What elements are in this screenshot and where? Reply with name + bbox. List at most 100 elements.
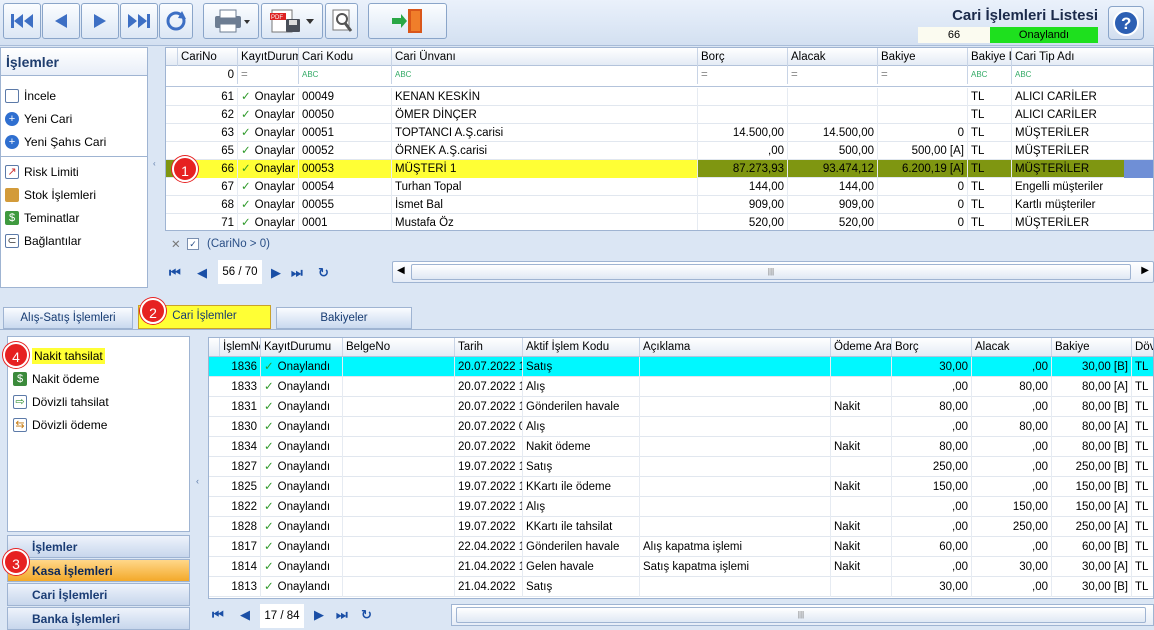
table-row[interactable]: 1825 ✓ Onaylandı 19.07.2022 1 KKartı ile öde… (209, 477, 1153, 497)
section-operations[interactable]: İşlemler (7, 535, 190, 558)
column-header[interactable]: KayıtDurumu (261, 338, 343, 356)
column-header[interactable]: Ödeme Aracı (831, 338, 892, 356)
panel-splitter[interactable]: ‹ (194, 336, 206, 626)
fx-payment-item[interactable]: ⇆ Dövizli ödeme (8, 413, 189, 436)
table-row[interactable]: 1828 ✓ Onaylandı 19.07.2022 KKartı ile tahsi… (209, 517, 1153, 537)
column-header[interactable]: Dövi (1132, 338, 1153, 356)
column-header[interactable]: Alacak (788, 48, 878, 66)
previous-record-button[interactable] (42, 3, 80, 39)
table-row[interactable]: 63 ✓ Onaylar 00051 TOPTANCI A.Ş.carisi 14.500… (166, 124, 1153, 142)
filter-cell[interactable]: = (788, 66, 878, 84)
guarantees-item[interactable]: $ Teminatlar (1, 206, 147, 229)
fx-collection-item[interactable]: ⇨ Dövizli tahsilat (8, 390, 189, 413)
table-row[interactable]: 1831 ✓ Onaylandı 20.07.2022 1 Gönderilen hav… (209, 397, 1153, 417)
next-page-icon[interactable]: ▶ (314, 607, 324, 623)
search-settings-button[interactable] (325, 3, 358, 39)
last-page-icon[interactable]: ⏭ (291, 265, 303, 281)
next-record-button[interactable] (81, 3, 119, 39)
filter-cell[interactable]: ABC (299, 66, 392, 84)
scroll-right-icon[interactable]: ▶ (1141, 265, 1149, 276)
column-header[interactable]: Cari Kodu (299, 48, 392, 66)
horizontal-scrollbar[interactable]: ||| (451, 604, 1154, 626)
tab-balances[interactable]: Bakiyeler (276, 307, 412, 329)
table-row[interactable]: 1822 ✓ Onaylandı 19.07.2022 1 Alış ,00 150,00 1… (209, 497, 1153, 517)
connections-item[interactable]: ⊂ Bağlantılar (1, 229, 147, 252)
table-row[interactable]: 67 ✓ Onaylar 00054 Turhan Topal 144,00 144,00 0… (166, 178, 1153, 196)
table-row[interactable]: 1817 ✓ Onaylandı 22.04.2022 1 Gönderilen hav… (209, 537, 1153, 557)
column-header[interactable]: Açıklama (640, 338, 831, 356)
last-page-icon[interactable]: ⏭ (336, 607, 348, 623)
table-row[interactable]: 1833 ✓ Onaylandı 20.07.2022 1 Alış ,00 80,00 80… (209, 377, 1153, 397)
filter-cell[interactable]: ABC (392, 66, 698, 84)
panel-splitter[interactable]: ‹ (150, 47, 163, 288)
column-header[interactable]: Alacak (972, 338, 1052, 356)
table-row[interactable]: 68 ✓ Onaylar 00055 İsmet Bal 909,00 909,00 0 TL K… (166, 196, 1153, 214)
scroll-thumb[interactable]: ||| (456, 607, 1146, 623)
prev-page-icon[interactable]: ◀ (240, 607, 250, 623)
clear-filter-icon[interactable]: ✕ (171, 237, 181, 251)
refresh-icon[interactable]: ↻ (361, 607, 372, 623)
filter-cell[interactable]: ABC (968, 66, 1012, 84)
tab-purchase-sales[interactable]: Alış-Satış İşlemleri (3, 307, 133, 329)
prev-page-icon[interactable]: ◀ (197, 265, 207, 281)
table-row[interactable]: 1834 ✓ Onaylandı 20.07.2022 Nakit ödeme Nakit… (209, 437, 1153, 457)
help-button[interactable]: ? (1108, 6, 1144, 40)
inspect-item[interactable]: İncele (1, 84, 147, 107)
table-row[interactable]: 1836 ✓ Onaylandı 20.07.2022 1 Satış 30,00,00 3… (209, 357, 1153, 377)
column-header[interactable]: BelgeNo (343, 338, 455, 356)
column-header[interactable]: İşlemNo (220, 338, 261, 356)
column-header[interactable]: Cari Tip Adı (1012, 48, 1153, 66)
export-pdf-button[interactable]: PDF (261, 3, 323, 39)
table-row[interactable]: 61 ✓ Onaylar 00049 KENAN KESKİN TL ALICI CARİL… (166, 88, 1153, 106)
filter-row[interactable]: 0 = ABC ABC = = = ABC ABC (166, 66, 1153, 87)
cell-belge (343, 537, 455, 557)
horizontal-scrollbar[interactable]: ◀ ||| ▶ (392, 261, 1154, 283)
first-page-icon[interactable]: ⏮ (212, 607, 224, 623)
column-header[interactable]: KayıtDurumu (238, 48, 299, 66)
filter-enabled-checkbox[interactable]: ✓ (187, 238, 199, 250)
exit-button[interactable] (368, 3, 447, 39)
cash-collection-item[interactable]: $Nakit tahsilat (8, 344, 189, 367)
print-button[interactable] (203, 3, 259, 39)
table-row[interactable]: 1830 ✓ Onaylandı 20.07.2022 0 Alış ,00 80,00 80… (209, 417, 1153, 437)
filter-cell[interactable]: = (238, 66, 299, 84)
filter-cell[interactable]: = (878, 66, 968, 84)
stock-operations-item[interactable]: Stok İşlemleri (1, 183, 147, 206)
cash-payment-item[interactable]: $ Nakit ödeme (8, 367, 189, 390)
new-personal-account-item[interactable]: + Yeni Şahıs Cari (1, 130, 147, 153)
table-row[interactable]: 62 ✓ Onaylar 00050 ÖMER DİNÇER TL ALICI CARİLE… (166, 106, 1153, 124)
column-header[interactable]: Aktif İşlem Kodu (523, 338, 640, 356)
scroll-left-icon[interactable]: ◀ (397, 265, 405, 276)
table-row[interactable]: 65 ✓ Onaylar 00052 ÖRNEK A.Ş.carisi ,00 500,00… (166, 142, 1153, 160)
next-page-icon[interactable]: ▶ (271, 265, 281, 281)
section-account-operations[interactable]: Cari İşlemleri (7, 583, 190, 606)
first-record-button[interactable] (3, 3, 41, 39)
column-header[interactable]: CariNo (178, 48, 238, 66)
refresh-button[interactable] (159, 3, 193, 39)
column-header[interactable]: Bakiye (878, 48, 968, 66)
first-page-icon[interactable]: ⏮ (169, 265, 181, 281)
filter-expression[interactable]: (CariNo > 0) (207, 238, 270, 250)
last-record-button[interactable] (120, 3, 158, 39)
column-header[interactable]: Borç (892, 338, 972, 356)
cell-bakiye: 30,00 [A] (1052, 557, 1132, 577)
table-row[interactable]: 1813 ✓ Onaylandı 21.04.2022 Satış 30,00,00 30,… (209, 577, 1153, 597)
new-account-item[interactable]: + Yeni Cari (1, 107, 147, 130)
column-header[interactable]: Tarih (455, 338, 523, 356)
table-row[interactable]: 1814 ✓ Onaylandı 21.04.2022 1 Gelen havale Sa… (209, 557, 1153, 577)
table-row[interactable]: 1827 ✓ Onaylandı 19.07.2022 1 Satış 250,00,00… (209, 457, 1153, 477)
column-header[interactable]: Bakiye (1052, 338, 1132, 356)
filter-cell[interactable]: ABC (1012, 66, 1153, 84)
section-cash-operations[interactable]: Kasa İşlemleri (7, 559, 190, 582)
column-header[interactable]: Bakiye D (968, 48, 1012, 66)
filter-carino-value[interactable]: 0 (178, 66, 238, 84)
column-header[interactable]: Cari Ünvanı (392, 48, 698, 66)
refresh-icon[interactable]: ↻ (318, 265, 329, 281)
section-bank-operations[interactable]: Banka İşlemleri (7, 607, 190, 630)
scroll-thumb[interactable]: ||| (411, 264, 1131, 280)
risk-limit-item[interactable]: ↗ Risk Limiti (1, 160, 147, 183)
filter-cell[interactable]: = (698, 66, 788, 84)
table-row[interactable]: 66 ✓ Onaylar 00053 MÜŞTERİ 1 87.273,93 93.474,… (166, 160, 1153, 178)
table-row[interactable]: 71 ✓ Onaylar 0001 Mustafa Öz 520,00 520,00 0 TL M… (166, 214, 1153, 230)
column-header[interactable]: Borç (698, 48, 788, 66)
